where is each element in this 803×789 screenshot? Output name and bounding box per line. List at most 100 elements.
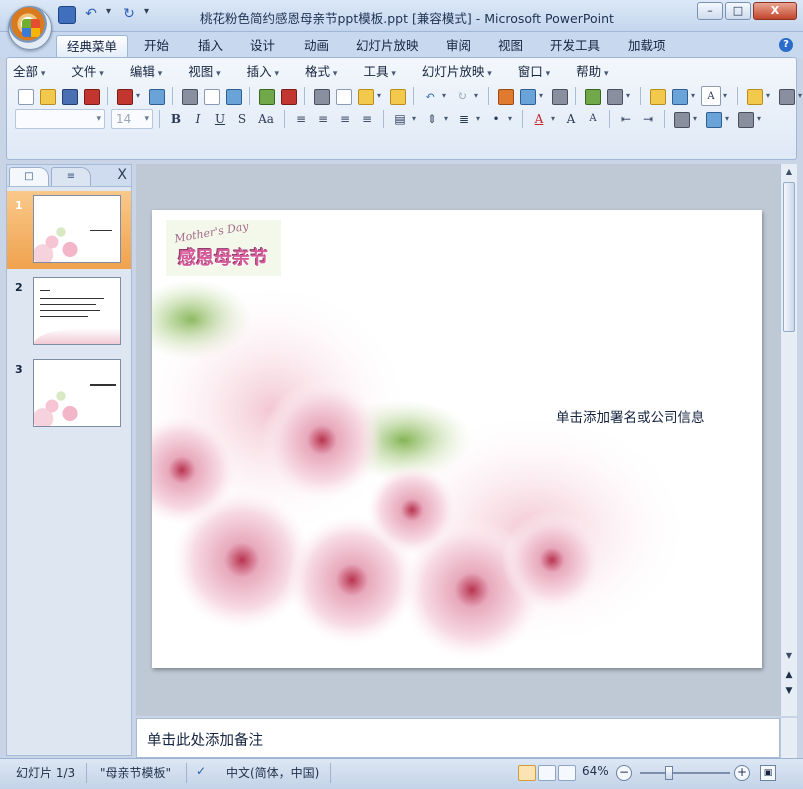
- bold-button[interactable]: B: [166, 109, 186, 129]
- dropdown-arrow-icon[interactable]: ▾: [377, 86, 385, 106]
- shape-fill-icon[interactable]: [671, 109, 691, 129]
- dropdown-arrow-icon[interactable]: ▾: [474, 86, 482, 106]
- dropdown-arrow-icon[interactable]: ▾: [508, 109, 516, 129]
- align-center-icon[interactable]: ≡: [313, 109, 333, 129]
- theme-name[interactable]: "母亲节模板": [100, 764, 171, 781]
- dropdown-arrow-icon[interactable]: ▾: [539, 86, 547, 106]
- notes-scrollbar[interactable]: [780, 718, 797, 758]
- dropdown-arrow-icon[interactable]: ▾: [725, 109, 733, 129]
- zoom-out-icon[interactable]: −: [616, 765, 632, 781]
- scroll-up-icon[interactable]: ▲: [781, 164, 797, 180]
- zoom-icon[interactable]: [776, 86, 796, 106]
- open-icon[interactable]: [37, 86, 57, 106]
- vertical-scrollbar[interactable]: ▲ ▼ ▲ ▼: [780, 164, 797, 716]
- menu-view[interactable]: 视图: [188, 62, 246, 82]
- research-icon[interactable]: [223, 86, 243, 106]
- font-color-icon[interactable]: A: [529, 109, 549, 129]
- save-icon[interactable]: [58, 6, 76, 24]
- scroll-down-icon[interactable]: ▼: [781, 648, 797, 664]
- increase-indent-icon[interactable]: ⇥: [638, 109, 658, 129]
- insert-table-icon[interactable]: [517, 86, 537, 106]
- slides-tab[interactable]: □: [9, 167, 49, 186]
- slide-design-icon[interactable]: [604, 86, 624, 106]
- char-spacing-button[interactable]: Aa: [254, 109, 278, 129]
- tab-add-ins[interactable]: 加载项: [618, 35, 676, 58]
- undo-icon[interactable]: ↶: [420, 86, 440, 106]
- menu-edit[interactable]: 编辑: [130, 62, 188, 82]
- undo-icon[interactable]: ↶: [82, 6, 100, 24]
- tab-view[interactable]: 视图: [488, 35, 533, 58]
- tab-developer[interactable]: 开发工具: [540, 35, 610, 58]
- print-preview-icon[interactable]: [201, 86, 221, 106]
- tab-insert[interactable]: 插入: [188, 35, 233, 58]
- tab-review[interactable]: 审阅: [436, 35, 481, 58]
- menu-window[interactable]: 窗口: [518, 62, 576, 82]
- language-indicator[interactable]: 中文(简体，中国): [226, 764, 319, 781]
- slide-show-view-button[interactable]: [558, 765, 576, 781]
- tab-animations[interactable]: 动画: [294, 35, 339, 58]
- close-icon[interactable]: X: [117, 167, 127, 183]
- dropdown-icon[interactable]: ▾: [106, 6, 114, 24]
- shapes-icon[interactable]: [703, 109, 723, 129]
- menu-file[interactable]: 文件: [71, 62, 129, 82]
- justify-icon[interactable]: ≡: [357, 109, 377, 129]
- line-spacing-icon[interactable]: ⇕: [422, 109, 442, 129]
- dropdown-arrow-icon[interactable]: ▾: [691, 86, 699, 106]
- insert-clipart-icon[interactable]: [549, 86, 569, 106]
- text-box-icon[interactable]: A: [701, 86, 721, 106]
- slide-layout-icon[interactable]: [669, 86, 689, 106]
- align-right-icon[interactable]: ≡: [335, 109, 355, 129]
- insert-chart-icon[interactable]: [495, 86, 515, 106]
- menu-slide-show[interactable]: 幻灯片放映: [422, 62, 518, 82]
- slide-thumbnail-1[interactable]: 1: [7, 191, 131, 269]
- cut-icon[interactable]: [311, 86, 331, 106]
- dropdown-arrow-icon[interactable]: ▾: [412, 109, 420, 129]
- menu-format[interactable]: 格式: [305, 62, 363, 82]
- dropdown-arrow-icon[interactable]: ▾: [723, 86, 731, 106]
- tab-home[interactable]: 开始: [134, 35, 179, 58]
- zoom-in-icon[interactable]: +: [734, 765, 750, 781]
- outline-tab[interactable]: ≡: [51, 167, 91, 186]
- new-slide-icon[interactable]: [647, 86, 667, 106]
- fit-to-window-icon[interactable]: ▣: [760, 765, 776, 781]
- shadow-button[interactable]: S: [232, 109, 252, 129]
- columns-icon[interactable]: ▤: [390, 109, 410, 129]
- next-slide-icon[interactable]: ▼: [781, 684, 797, 698]
- font-name-combo[interactable]: [15, 109, 105, 129]
- format-painter-icon[interactable]: [387, 86, 407, 106]
- tab-classic-menu[interactable]: 经典菜单: [56, 35, 129, 58]
- folder-icon[interactable]: [744, 86, 764, 106]
- bullets-icon[interactable]: •: [486, 109, 506, 129]
- dropdown-arrow-icon[interactable]: ▾: [798, 86, 803, 106]
- spelling-icon[interactable]: [256, 86, 276, 106]
- thesaurus-icon[interactable]: [278, 86, 298, 106]
- grow-font-icon[interactable]: A: [561, 109, 581, 129]
- slide-thumbnail-2[interactable]: 2: [7, 273, 131, 351]
- underline-button[interactable]: U: [210, 109, 230, 129]
- numbering-icon[interactable]: ≣: [454, 109, 474, 129]
- dropdown-arrow-icon[interactable]: ▾: [551, 109, 559, 129]
- normal-view-button[interactable]: [518, 765, 536, 781]
- shrink-font-icon[interactable]: A: [583, 109, 603, 129]
- zoom-slider-knob[interactable]: [664, 766, 673, 780]
- dropdown-arrow-icon[interactable]: ▾: [136, 86, 144, 106]
- paste-icon[interactable]: [355, 86, 375, 106]
- customize-qat-icon[interactable]: ▾: [144, 6, 152, 24]
- email-icon[interactable]: [146, 86, 166, 106]
- effects-icon[interactable]: [735, 109, 755, 129]
- tab-design[interactable]: 设计: [240, 35, 285, 58]
- spell-check-icon[interactable]: ✓: [196, 764, 206, 778]
- scroll-thumb[interactable]: [783, 182, 795, 332]
- menu-tools[interactable]: 工具: [363, 62, 421, 82]
- slide-canvas[interactable]: Mother's Day 感恩母亲节 单击添加署名或公司信息: [152, 210, 762, 668]
- dropdown-arrow-icon[interactable]: ▾: [444, 109, 452, 129]
- dropdown-arrow-icon[interactable]: ▾: [757, 109, 765, 129]
- decrease-indent-icon[interactable]: ⇤: [616, 109, 636, 129]
- menu-insert[interactable]: 插入: [247, 62, 305, 82]
- save-as-icon[interactable]: [81, 86, 101, 106]
- menu-all[interactable]: 全部: [13, 62, 71, 82]
- subtitle-placeholder[interactable]: 单击添加署名或公司信息: [556, 406, 705, 426]
- office-button[interactable]: [8, 6, 52, 50]
- tab-slide-show[interactable]: 幻灯片放映: [346, 35, 429, 58]
- redo-icon[interactable]: ↻: [452, 86, 472, 106]
